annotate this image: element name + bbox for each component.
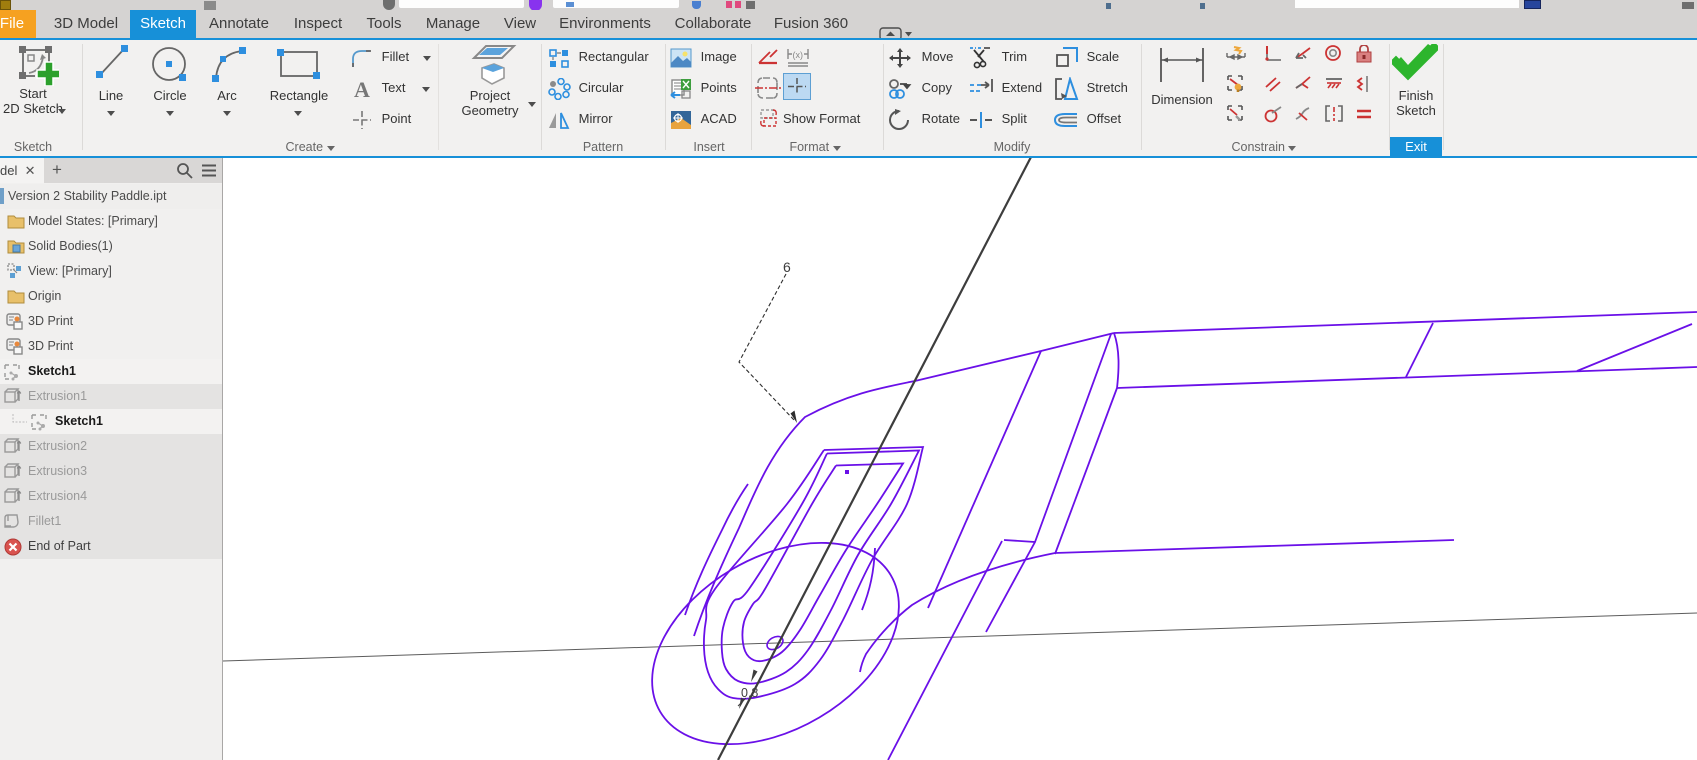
svg-text:0.8: 0.8 [741,686,758,700]
svg-text:6: 6 [783,259,791,275]
